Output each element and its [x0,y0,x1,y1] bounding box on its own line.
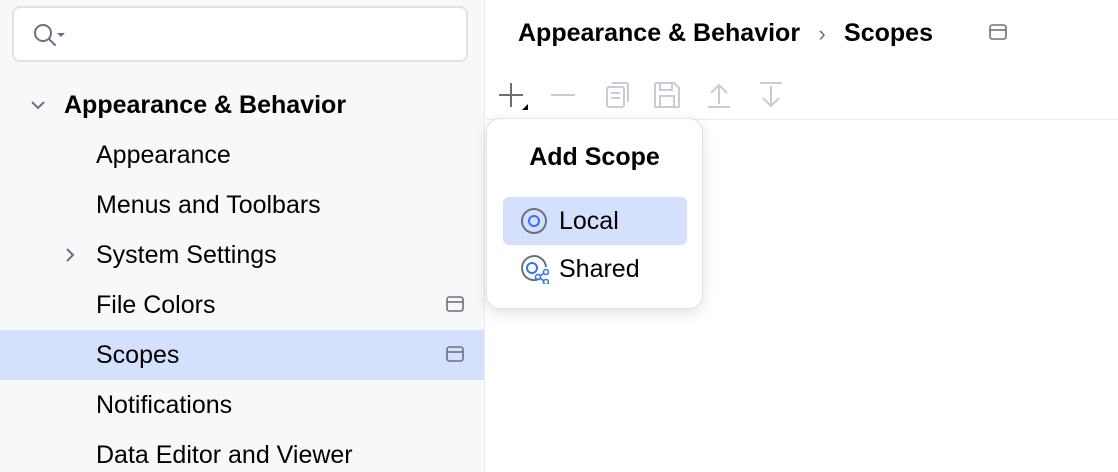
sidebar-item-label: Scopes [96,341,180,369]
sidebar-item-scopes[interactable]: Scopes [0,330,484,380]
search-field[interactable] [12,6,468,62]
project-level-icon [446,296,464,312]
sidebar-item-label: Data Editor and Viewer [96,441,353,469]
popup-item-local[interactable]: Local [503,197,687,245]
project-level-icon [446,346,464,362]
add-icon[interactable] [494,78,528,112]
chevron-right-icon[interactable] [60,245,80,265]
popup-item-label: Local [559,207,619,235]
sidebar-item-label: File Colors [96,291,216,319]
tree-group-label: Appearance & Behavior [64,91,347,119]
breadcrumb-current: Scopes [844,19,933,47]
popup-item-shared[interactable]: Shared [503,245,687,293]
sidebar-item-label: Menus and Toolbars [96,191,321,219]
move-down-icon[interactable] [754,78,788,112]
tree-group-appearance-behavior[interactable]: Appearance & Behavior [0,80,484,130]
save-icon[interactable] [650,78,684,112]
shared-scope-icon [521,255,549,284]
copy-icon[interactable] [598,78,632,112]
sidebar-item-label: System Settings [96,241,277,269]
sidebar-item-appearance[interactable]: Appearance [0,130,484,180]
remove-icon[interactable] [546,78,580,112]
sidebar-item-notifications[interactable]: Notifications [0,380,484,430]
chevron-down-icon[interactable] [28,95,48,115]
breadcrumb-separator: › [818,21,826,46]
add-scope-popup: Add Scope Local Shared [486,118,703,309]
scopes-toolbar [486,70,1118,120]
breadcrumb-parent[interactable]: Appearance & Behavior [518,19,800,47]
search-icon[interactable] [30,20,66,50]
search-input[interactable] [74,16,454,52]
project-level-icon [989,24,1007,40]
sidebar-item-data-editor-and-viewer[interactable]: Data Editor and Viewer [0,430,484,472]
sidebar-item-label: Appearance [96,141,231,169]
move-up-icon[interactable] [702,78,736,112]
settings-sidebar: Appearance & Behavior Appearance Menus a… [0,0,485,472]
local-scope-icon [521,208,547,234]
sidebar-item-label: Notifications [96,391,233,419]
breadcrumb: Appearance & Behavior › Scopes [518,16,933,50]
sidebar-item-menus-and-toolbars[interactable]: Menus and Toolbars [0,180,484,230]
sidebar-item-system-settings[interactable]: System Settings [0,230,484,280]
popup-title: Add Scope [529,143,660,171]
popup-item-label: Shared [559,255,640,283]
sidebar-item-file-colors[interactable]: File Colors [0,280,484,330]
